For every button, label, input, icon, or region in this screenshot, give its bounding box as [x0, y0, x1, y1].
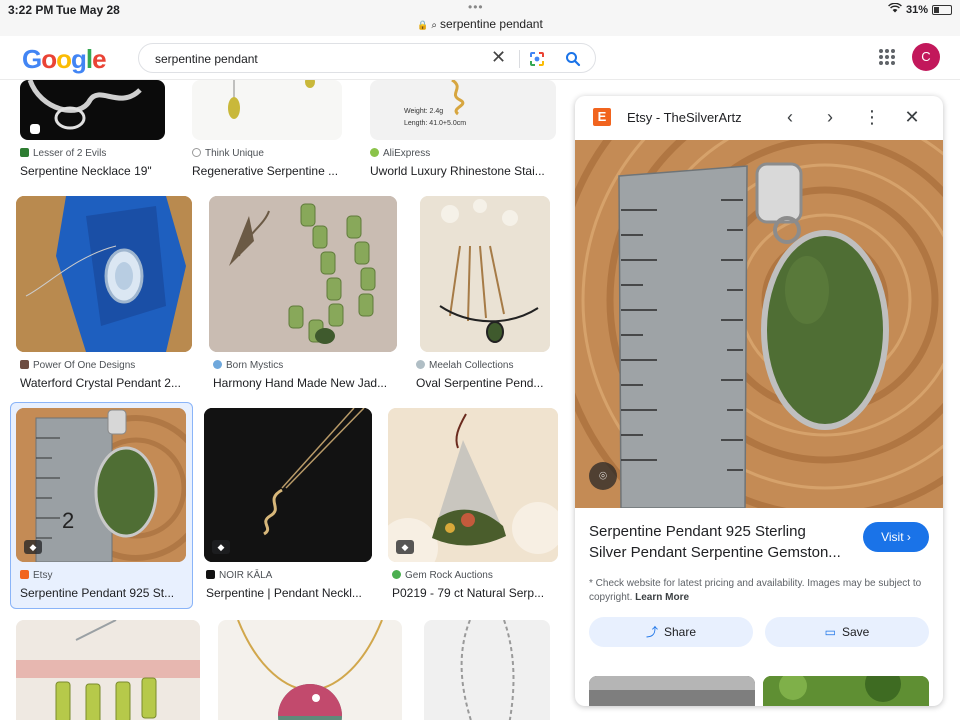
- result-source[interactable]: Gem Rock Auctions: [392, 570, 493, 581]
- result-source[interactable]: Think Unique: [192, 148, 264, 159]
- search-header: Google serpentine pendant ✕ C: [0, 36, 960, 80]
- result-card[interactable]: Lesser of 2 Evils Serpentine Necklace 19…: [20, 80, 170, 180]
- battery-icon: [932, 4, 952, 15]
- chevron-right-icon[interactable]: ›: [819, 106, 841, 128]
- status-time: 3:22 PM: [8, 3, 54, 17]
- address-bar[interactable]: 🔒 ⌕ serpentine pendant: [0, 17, 960, 31]
- related-thumbnail[interactable]: [763, 676, 929, 706]
- result-source[interactable]: Born Mystics: [213, 360, 283, 371]
- result-image[interactable]: [424, 620, 550, 720]
- address-text: serpentine pendant: [440, 17, 543, 31]
- shopping-tag-icon: ◆: [24, 540, 42, 554]
- result-title[interactable]: Regenerative Serpentine ...: [192, 164, 338, 178]
- search-small-icon: ⌕: [431, 20, 438, 31]
- learn-more-link[interactable]: Learn More: [635, 592, 689, 603]
- search-divider: [519, 50, 520, 68]
- search-box[interactable]: serpentine pendant ✕: [138, 43, 596, 73]
- share-icon: ⤴: [645, 625, 658, 639]
- result-title[interactable]: Uworld Luxury Rhinestone Stai...: [370, 164, 545, 178]
- google-logo[interactable]: Google: [22, 44, 107, 75]
- search-icon[interactable]: [565, 51, 581, 72]
- result-card-selected[interactable]: 2 ◆ Etsy Serpentine Pendant 925 St...: [16, 408, 192, 604]
- result-title[interactable]: Waterford Crystal Pendant 2...: [20, 376, 181, 390]
- result-title[interactable]: Serpentine Necklace 19": [20, 164, 152, 178]
- result-card[interactable]: [424, 620, 560, 720]
- visit-button[interactable]: Visit ›: [863, 522, 929, 552]
- result-image[interactable]: [218, 620, 402, 720]
- result-source[interactable]: Lesser of 2 Evils: [20, 148, 106, 159]
- result-card[interactable]: ◆ Gem Rock Auctions P0219 - 79 ct Natura…: [388, 408, 560, 604]
- share-button[interactable]: ⤴ Share: [589, 617, 753, 647]
- close-icon[interactable]: ✕: [901, 106, 923, 128]
- result-image[interactable]: ◆: [388, 408, 558, 562]
- status-date: Tue May 28: [56, 3, 120, 17]
- status-bar: 3:22 PM Tue May 28 ••• 🔒 ⌕ serpentine pend…: [0, 0, 960, 36]
- panel-preview-image[interactable]: ⌾: [575, 140, 943, 508]
- etsy-logo-icon[interactable]: E: [593, 108, 611, 126]
- image-preview-panel: E Etsy - TheSilverArtz ‹ › ⋮ ✕ ⌾ Serpent…: [575, 96, 943, 706]
- screen: 3:22 PM Tue May 28 ••• 🔒 ⌕ serpentine pend…: [0, 0, 960, 720]
- result-image[interactable]: 2 ◆: [16, 408, 186, 562]
- more-options-icon[interactable]: ⋮: [861, 106, 883, 128]
- tag-icon: [30, 124, 40, 134]
- result-image[interactable]: ◆: [204, 408, 372, 562]
- result-image[interactable]: [209, 196, 397, 352]
- result-image[interactable]: [192, 80, 342, 140]
- image-caption-length: Length: 41.0+5.0cm: [404, 120, 467, 127]
- shopping-tag-icon: ◆: [212, 540, 230, 554]
- image-results-grid: Lesser of 2 Evils Serpentine Necklace 19…: [0, 80, 570, 720]
- wifi-icon: [888, 2, 902, 16]
- lens-search-icon[interactable]: ⌾: [589, 462, 617, 490]
- result-title[interactable]: Harmony Hand Made New Jad...: [213, 376, 387, 390]
- result-image[interactable]: [16, 196, 192, 352]
- chevron-left-icon[interactable]: ‹: [779, 106, 801, 128]
- result-image[interactable]: [20, 80, 165, 140]
- google-lens-icon[interactable]: [529, 51, 545, 72]
- result-card[interactable]: Think Unique Regenerative Serpentine ...: [192, 80, 352, 180]
- related-thumbnail[interactable]: [589, 676, 755, 706]
- battery-percent: 31%: [905, 3, 928, 16]
- result-card[interactable]: Meelah Collections Oval Serpentine Pend.…: [416, 196, 560, 392]
- result-source[interactable]: Meelah Collections: [416, 360, 514, 371]
- result-image[interactable]: [420, 196, 550, 352]
- result-card[interactable]: [218, 620, 404, 720]
- result-title[interactable]: Serpentine Pendant 925 St...: [20, 586, 174, 600]
- result-image[interactable]: Weight: 2.4g Length: 41.0+5.0cm: [370, 80, 556, 140]
- apps-grid-icon[interactable]: [878, 48, 896, 71]
- result-title[interactable]: Oval Serpentine Pend...: [416, 376, 543, 390]
- result-title[interactable]: Serpentine | Pendant Neckl...: [206, 586, 362, 600]
- svg-text:2: 2: [62, 508, 74, 533]
- multitask-dots-icon[interactable]: •••: [468, 0, 484, 14]
- result-card[interactable]: Power Of One Designs Waterford Crystal P…: [16, 196, 196, 392]
- result-source[interactable]: AliExpress: [370, 148, 430, 159]
- result-card[interactable]: ◆ NOIR KĀLA Serpentine | Pendant Neckl..…: [204, 408, 374, 604]
- result-source[interactable]: NOIR KĀLA: [206, 570, 272, 581]
- status-indicators: 31%: [888, 2, 952, 16]
- result-title[interactable]: P0219 - 79 ct Natural Serp...: [392, 586, 544, 600]
- copyright-note: * Check website for latest pricing and a…: [589, 578, 922, 603]
- shopping-tag-icon: ◆: [396, 540, 414, 554]
- clear-icon[interactable]: ✕: [491, 47, 506, 68]
- result-card[interactable]: Weight: 2.4g Length: 41.0+5.0cm AliExpre…: [370, 80, 560, 180]
- image-caption-weight: Weight: 2.4g: [404, 108, 444, 115]
- result-source[interactable]: Etsy: [20, 570, 52, 581]
- lock-icon: 🔒: [417, 20, 429, 30]
- result-card[interactable]: Born Mystics Harmony Hand Made New Jad..…: [209, 196, 399, 392]
- panel-header: E Etsy - TheSilverArtz ‹ › ⋮ ✕: [575, 96, 943, 140]
- result-source[interactable]: Power Of One Designs: [20, 360, 135, 371]
- panel-title[interactable]: Serpentine Pendant 925 Sterling Silver P…: [589, 521, 851, 563]
- result-card[interactable]: [16, 620, 202, 720]
- search-input[interactable]: serpentine pendant: [155, 52, 258, 66]
- panel-site-name[interactable]: Etsy - TheSilverArtz: [627, 110, 742, 125]
- save-button[interactable]: ▭ Save: [765, 617, 929, 647]
- result-image[interactable]: [16, 620, 200, 720]
- bookmark-icon: ▭: [824, 625, 836, 639]
- avatar[interactable]: C: [912, 43, 940, 71]
